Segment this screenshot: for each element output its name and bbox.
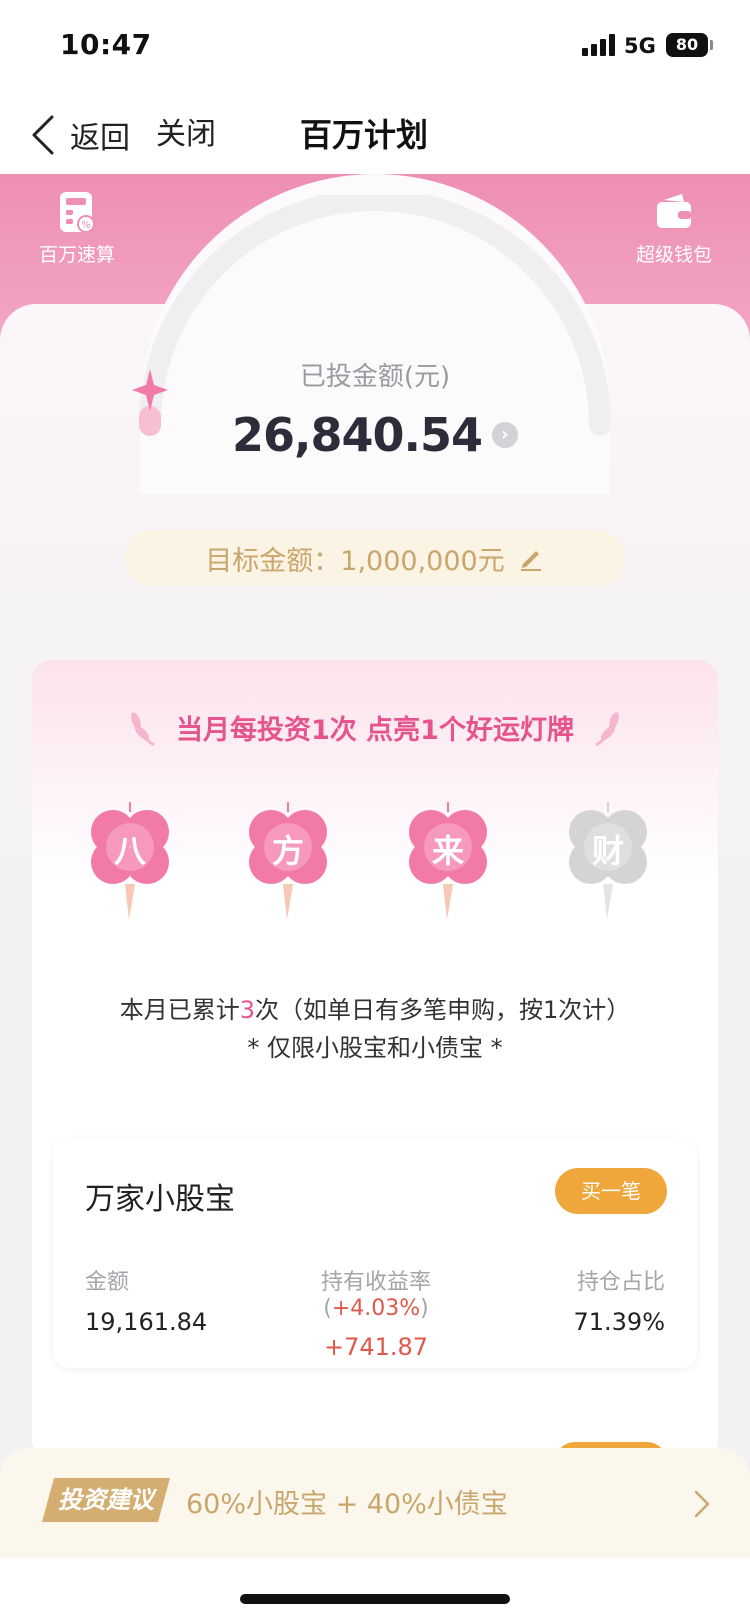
wallet-icon (657, 194, 691, 228)
calculator-shortcut[interactable]: % 百万速算 (27, 190, 127, 267)
fund-amount: 金额 19,161.84 (85, 1264, 207, 1336)
battery-tip (710, 40, 713, 50)
pencil-icon (520, 551, 541, 571)
fund-name: 万家小股宝 (85, 1182, 235, 1217)
invested-amount[interactable]: 26,840.54 › (0, 408, 750, 462)
count-prefix: 本月已累计 (119, 996, 240, 1024)
invested-label: 已投金额(元) (299, 362, 451, 392)
chevron-left-icon (32, 115, 54, 155)
return-label-close: ) (420, 1296, 429, 1321)
chevron-right-icon: › (492, 422, 518, 448)
advice-tag: 投资建议 (40, 1476, 172, 1524)
fund-return: 持有收益率(+4.03%) +741.87 (271, 1264, 481, 1361)
clover-row: 八 方 来 财 (85, 800, 665, 930)
buy-button[interactable]: 买一笔 (555, 1168, 667, 1214)
close-button[interactable]: 关闭 (156, 112, 216, 158)
share-value: 71.39% (573, 1308, 665, 1336)
banner-text: 当月每投资1次 点亮1个好运灯牌 (176, 714, 574, 746)
battery-icon: 80 (666, 33, 708, 57)
count-value: 3 (239, 996, 255, 1024)
status-bar: 10:47 5G 80 (0, 0, 750, 96)
fund-share: 持仓占比 71.39% (573, 1264, 665, 1336)
clover-lantern: 财 (563, 800, 653, 930)
clover-char: 方 (271, 832, 304, 870)
clover-char: 八 (113, 832, 146, 870)
clover-char: 来 (431, 832, 464, 870)
signal-icon (582, 34, 616, 56)
calculator-icon: % (60, 192, 95, 233)
lucky-banner: 当月每投资1次 点亮1个好运灯牌 (0, 705, 750, 749)
invested-value: 26,840.54 (232, 408, 483, 462)
back-button[interactable]: 返回 (30, 112, 140, 158)
nav-bar: 返回 关闭 百万计划 (0, 96, 750, 174)
page-title: 百万计划 (300, 116, 429, 154)
svg-text:%: % (81, 220, 91, 231)
count-suffix: 次（如单日有多笔申购，按1次计） (255, 996, 631, 1024)
clover-lantern: 八 (85, 800, 175, 930)
wallet-shortcut[interactable]: 超级钱包 (624, 190, 724, 267)
wallet-label: 超级钱包 (635, 244, 712, 266)
calculator-label: 百万速算 (38, 244, 115, 266)
advice-bar[interactable]: 投资建议 60%小股宝 + 40%小债宝 (0, 1448, 750, 1558)
target-text: 目标金额：1,000,000元 (205, 545, 505, 577)
clover-lantern: 来 (403, 800, 493, 930)
share-label: 持仓占比 (576, 1270, 665, 1295)
network-type: 5G (624, 34, 656, 58)
fund-card[interactable]: 万家小股宝 买一笔 金额 19,161.84 持有收益率(+4.03%) +74… (53, 1138, 697, 1368)
target-amount[interactable]: 目标金额：1,000,000元 (125, 530, 625, 586)
status-time: 10:47 (60, 28, 152, 61)
return-label: 持有收益率(+4.03%) (271, 1264, 481, 1321)
home-indicator (240, 1594, 510, 1604)
return-value: +741.87 (323, 1333, 429, 1361)
amount-value: 19,161.84 (85, 1308, 208, 1336)
amount-label: 金额 (85, 1270, 130, 1295)
return-rate: +4.03% (331, 1296, 421, 1321)
bottom-area (0, 1558, 750, 1623)
limit-note: * 仅限小股宝和小债宝 * (247, 1034, 503, 1062)
wheat-right-icon (595, 712, 619, 747)
wheat-left-icon (131, 712, 155, 747)
advice-tag-label: 投资建议 (58, 1486, 154, 1514)
monthly-count: 本月已累计3次（如单日有多笔申购，按1次计） (0, 990, 750, 1025)
back-label: 返回 (70, 121, 130, 156)
clover-char: 财 (591, 832, 624, 870)
chevron-right-icon (694, 1490, 710, 1518)
advice-text: 60%小股宝 + 40%小债宝 (186, 1489, 508, 1520)
clover-lantern: 方 (243, 800, 333, 930)
